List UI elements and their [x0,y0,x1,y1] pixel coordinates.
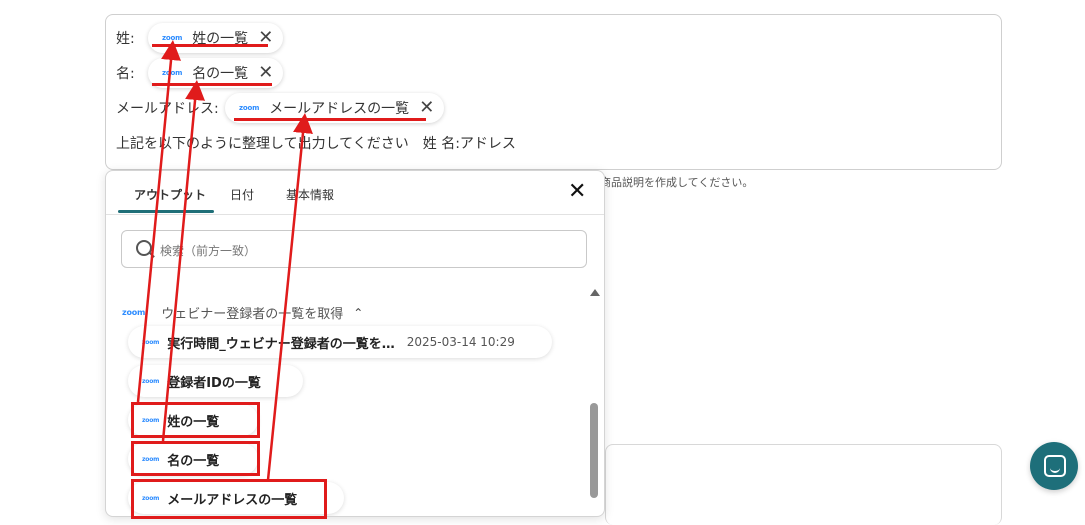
tab-bar: アウトプット 日付 基本情報 ✕ [106,171,604,215]
zoom-logo-icon: zoom [239,104,260,112]
list-item[interactable]: zoom 登録者IDの一覧 [128,365,303,397]
tab-output[interactable]: アウトプット [134,186,206,203]
list-item[interactable]: zoom 実行時間_ウェビナー登録者の一覧を… 2025-03-14 10:29 [128,326,552,358]
chip-label: 名の一覧 [192,66,249,82]
chat-icon [1044,455,1066,477]
annotation-box [131,479,327,519]
group-header[interactable]: zoom ウェビナー登録者の一覧を取得 ⌃ [122,303,363,323]
remove-chip-icon[interactable]: ✕ [419,99,434,117]
annotation-underline [152,83,272,86]
close-icon[interactable]: ✕ [568,181,586,203]
chip-label: メールアドレスの一覧 [269,101,410,117]
item-label: 実行時間_ウェビナー登録者の一覧を… [167,336,395,352]
zoom-logo-icon: zoom [122,308,146,317]
annotation-underline [234,118,426,121]
chat-launcher-button[interactable] [1030,442,1078,490]
item-value: 2025-03-14 10:29 [406,335,515,349]
annotation-box [131,402,260,438]
field-label-email: メールアドレス: [116,101,219,117]
tab-date[interactable]: 日付 [230,186,254,203]
instruction-text: 上記を以下のように整理して出力してください 姓 名:アドレス [116,136,516,152]
field-label-last-name: 姓: [116,31,135,47]
zoom-logo-icon: zoom [142,377,160,385]
scrollbar-thumb[interactable] [590,403,598,498]
variable-chip-last-name[interactable]: zoom 姓の一覧 ✕ [148,23,284,53]
search-icon [136,240,152,256]
item-label: 登録者IDの一覧 [167,375,261,391]
next-form-field[interactable] [605,444,1002,525]
active-tab-indicator [118,210,214,213]
scroll-up-arrow[interactable] [590,289,600,296]
annotation-box [131,441,260,476]
annotation-underline [152,44,268,47]
chevron-up-icon[interactable]: ⌃ [353,306,363,320]
helper-text: 商品説明を作成してください。 [600,176,754,189]
search-input[interactable]: 検索（前方一致） [121,230,587,268]
zoom-logo-icon: zoom [162,69,183,77]
remove-chip-icon[interactable]: ✕ [258,64,273,82]
group-title: ウェビナー登録者の一覧を取得 [161,307,344,322]
field-label-first-name: 名: [116,66,135,82]
zoom-logo-icon: zoom [162,34,183,42]
search-placeholder: 検索（前方一致） [160,244,257,258]
tab-basic-info[interactable]: 基本情報 [286,186,334,203]
zoom-logo-icon: zoom [142,338,160,346]
